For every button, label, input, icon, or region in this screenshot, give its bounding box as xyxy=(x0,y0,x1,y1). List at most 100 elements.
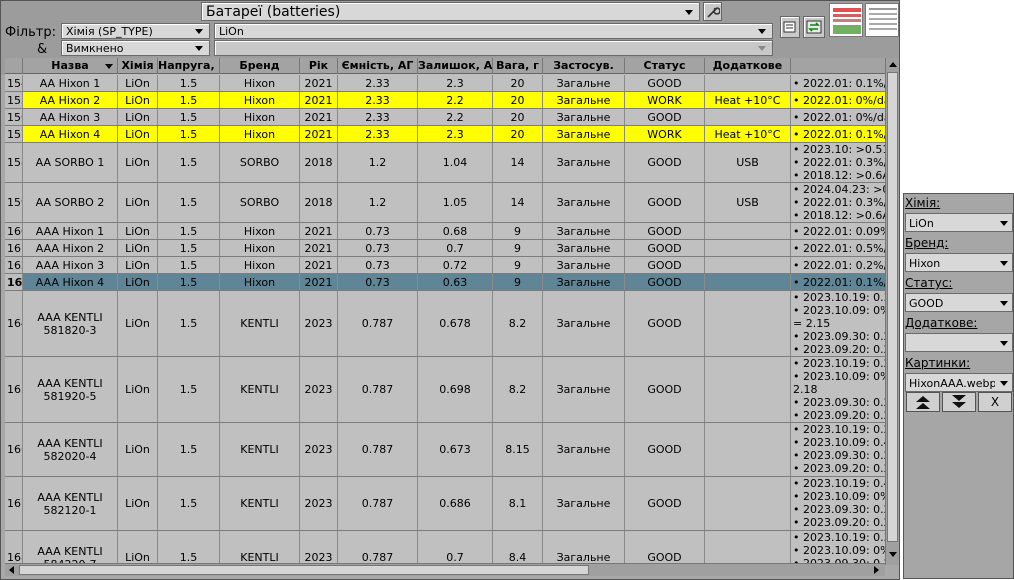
extra-cell[interactable] xyxy=(705,257,791,273)
usage-cell[interactable]: Загальне xyxy=(543,423,625,476)
capacity-cell[interactable]: 1.2 xyxy=(338,183,418,222)
extra-cell[interactable] xyxy=(705,75,791,91)
weight-cell[interactable]: 9 xyxy=(493,223,543,239)
voltage-cell[interactable]: 1.5 xyxy=(158,423,220,476)
remaining-cell[interactable]: 0.673 xyxy=(418,423,493,476)
name-cell[interactable]: AAA Hixon 1 xyxy=(23,223,118,239)
voltage-cell[interactable]: 1.5 xyxy=(158,183,220,222)
voltage-cell[interactable]: 1.5 xyxy=(158,257,220,273)
usage-cell[interactable]: Загальне xyxy=(543,92,625,108)
row-number-cell[interactable]: 166 xyxy=(5,423,23,476)
name-cell[interactable]: AAA KENTLI 582020-4 xyxy=(23,423,118,476)
remaining-cell[interactable]: 2.2 xyxy=(418,92,493,108)
table-row[interactable]: 165AAA KENTLI 581920-5LiOn1.5KENTLI20230… xyxy=(5,357,887,423)
status-cell[interactable]: GOOD xyxy=(625,477,705,530)
notes-cell[interactable]: • 2022.01: 0.09%/da xyxy=(791,223,887,239)
column-header-brand[interactable]: Бренд xyxy=(220,58,300,74)
voltage-cell[interactable]: 1.5 xyxy=(158,274,220,290)
weight-cell[interactable]: 9 xyxy=(493,240,543,256)
capacity-cell[interactable]: 0.787 xyxy=(338,477,418,530)
chemistry-cell[interactable]: LiOn xyxy=(118,240,158,256)
usage-cell[interactable]: Загальне xyxy=(543,75,625,91)
vertical-scrollbar[interactable] xyxy=(885,58,899,565)
row-number-cell[interactable]: 154 xyxy=(5,75,23,91)
chemistry-cell[interactable]: LiOn xyxy=(118,291,158,356)
table-row[interactable]: 158AA SORBO 1LiOn1.5SORBO20181.21.0414За… xyxy=(5,143,887,183)
notes-cell[interactable]: • 2022.01: 0%/day, xyxy=(791,92,887,108)
table-row[interactable]: 164AAA KENTLI 581820-3LiOn1.5KENTLI20230… xyxy=(5,291,887,357)
notes-cell[interactable]: • 2023.10.19: 0.26C• 2023.10.09: 0.43%• … xyxy=(791,423,887,476)
remaining-cell[interactable]: 0.63 xyxy=(418,274,493,290)
name-cell[interactable]: AA Hixon 3 xyxy=(23,109,118,125)
column-header-status[interactable]: Статус xyxy=(625,58,705,74)
year-cell[interactable]: 2021 xyxy=(300,75,338,91)
row-number-cell[interactable]: 157 xyxy=(5,126,23,142)
capacity-cell[interactable]: 1.2 xyxy=(338,143,418,182)
usage-cell[interactable]: Загальне xyxy=(543,477,625,530)
table-row[interactable]: 163AAA Hixon 4LiOn1.5Hixon20210.730.639З… xyxy=(5,274,887,291)
notes-cell[interactable]: • 2023.10.19: 0.3Or• 2023.10.09: 0%/da= … xyxy=(791,291,887,356)
capacity-cell[interactable]: 2.33 xyxy=(338,109,418,125)
year-cell[interactable]: 2018 xyxy=(300,183,338,222)
extra-cell[interactable]: USB xyxy=(705,143,791,182)
brand-cell[interactable]: SORBO xyxy=(220,183,300,222)
name-cell[interactable]: AAA KENTLI 581920-5 xyxy=(23,357,118,422)
remaining-cell[interactable]: 0.68 xyxy=(418,223,493,239)
voltage-cell[interactable]: 1.5 xyxy=(158,223,220,239)
chemistry-cell[interactable]: LiOn xyxy=(118,75,158,91)
column-header-name[interactable]: Назва xyxy=(23,58,118,74)
remaining-cell[interactable]: 0.7 xyxy=(418,240,493,256)
row-number-cell[interactable]: 168 xyxy=(5,531,23,565)
status-cell[interactable]: GOOD xyxy=(625,257,705,273)
vertical-scroll-thumb[interactable] xyxy=(887,72,898,542)
settings-button[interactable] xyxy=(703,2,722,21)
notes-cell[interactable]: • 2023.10: >0.512Ah• 2022.01: 0.3%/day• … xyxy=(791,143,887,182)
filter-value-2[interactable] xyxy=(214,40,773,56)
year-cell[interactable]: 2021 xyxy=(300,92,338,108)
row-number-cell[interactable]: 165 xyxy=(5,357,23,422)
weight-cell[interactable]: 8.1 xyxy=(493,477,543,530)
status-cell[interactable]: GOOD xyxy=(625,75,705,91)
chemistry-cell[interactable]: LiOn xyxy=(118,126,158,142)
voltage-cell[interactable]: 1.5 xyxy=(158,126,220,142)
notes-cell[interactable]: • 2022.01: 0.5%/day xyxy=(791,240,887,256)
status-cell[interactable]: WORK xyxy=(625,126,705,142)
extra-cell[interactable] xyxy=(705,109,791,125)
edit-button[interactable] xyxy=(780,16,800,38)
brand-cell[interactable]: Hixon xyxy=(220,223,300,239)
scroll-left-icon[interactable] xyxy=(9,566,14,574)
name-cell[interactable]: AAA KENTLI 582120-1 xyxy=(23,477,118,530)
name-cell[interactable]: AAA KENTLI 584220-7 xyxy=(23,531,118,565)
name-cell[interactable]: AA Hixon 2 xyxy=(23,92,118,108)
year-cell[interactable]: 2021 xyxy=(300,240,338,256)
name-cell[interactable]: AAA Hixon 3 xyxy=(23,257,118,273)
voltage-cell[interactable]: 1.5 xyxy=(158,291,220,356)
status-cell[interactable]: GOOD xyxy=(625,423,705,476)
column-header-weight[interactable]: Вага, г xyxy=(493,58,543,74)
chemistry-cell[interactable]: LiOn xyxy=(118,274,158,290)
notes-cell[interactable]: • 2023.10.19: 0.36C• 2023.10.09: 0%/da• … xyxy=(791,531,887,565)
brand-cell[interactable]: KENTLI xyxy=(220,291,300,356)
row-number-cell[interactable]: 158 xyxy=(5,143,23,182)
chemistry-cell[interactable]: LiOn xyxy=(118,357,158,422)
name-cell[interactable]: AAA Hixon 4 xyxy=(23,274,118,290)
table-row[interactable]: 155AA Hixon 2LiOn1.5Hixon20212.332.220За… xyxy=(5,92,887,109)
status-cell[interactable]: GOOD xyxy=(625,109,705,125)
usage-cell[interactable]: Загальне xyxy=(543,223,625,239)
weight-cell[interactable]: 20 xyxy=(493,75,543,91)
notes-cell[interactable]: • 2022.01: 0.1%/day xyxy=(791,75,887,91)
status-cell[interactable]: GOOD xyxy=(625,143,705,182)
weight-cell[interactable]: 20 xyxy=(493,126,543,142)
horizontal-scroll-thumb[interactable] xyxy=(19,565,589,575)
usage-cell[interactable]: Загальне xyxy=(543,183,625,222)
remaining-cell[interactable]: 2.3 xyxy=(418,126,493,142)
extra-cell[interactable] xyxy=(705,531,791,565)
year-cell[interactable]: 2023 xyxy=(300,531,338,565)
brand-cell[interactable]: Hixon xyxy=(220,257,300,273)
year-cell[interactable]: 2021 xyxy=(300,274,338,290)
column-header-chemistry[interactable]: Хімія xyxy=(118,58,158,74)
year-cell[interactable]: 2023 xyxy=(300,477,338,530)
brand-cell[interactable]: KENTLI xyxy=(220,477,300,530)
usage-cell[interactable]: Загальне xyxy=(543,257,625,273)
table-selector[interactable]: Батареї (batteries) xyxy=(201,2,700,21)
